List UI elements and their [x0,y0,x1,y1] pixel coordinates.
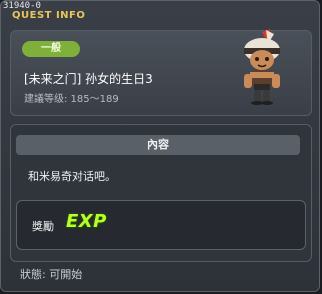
quest-level-range: 建議等级: 185～189 [24,94,119,105]
content-text: 和米易奇对话吧。 [28,170,116,183]
quest-name: [未来之门] 孙女的生日3 [24,72,153,86]
exp-reward-icon: EXP [66,211,107,232]
reward-label: 獎勵 [32,220,54,233]
content-section-header: 內容 [16,135,300,155]
quest-status: 狀態: 可開始 [20,268,83,281]
reward-box [16,200,306,250]
window-title: QUEST INFO [12,10,86,21]
category-badge: 一般 [22,41,80,57]
npc-portrait-icon [244,29,280,105]
